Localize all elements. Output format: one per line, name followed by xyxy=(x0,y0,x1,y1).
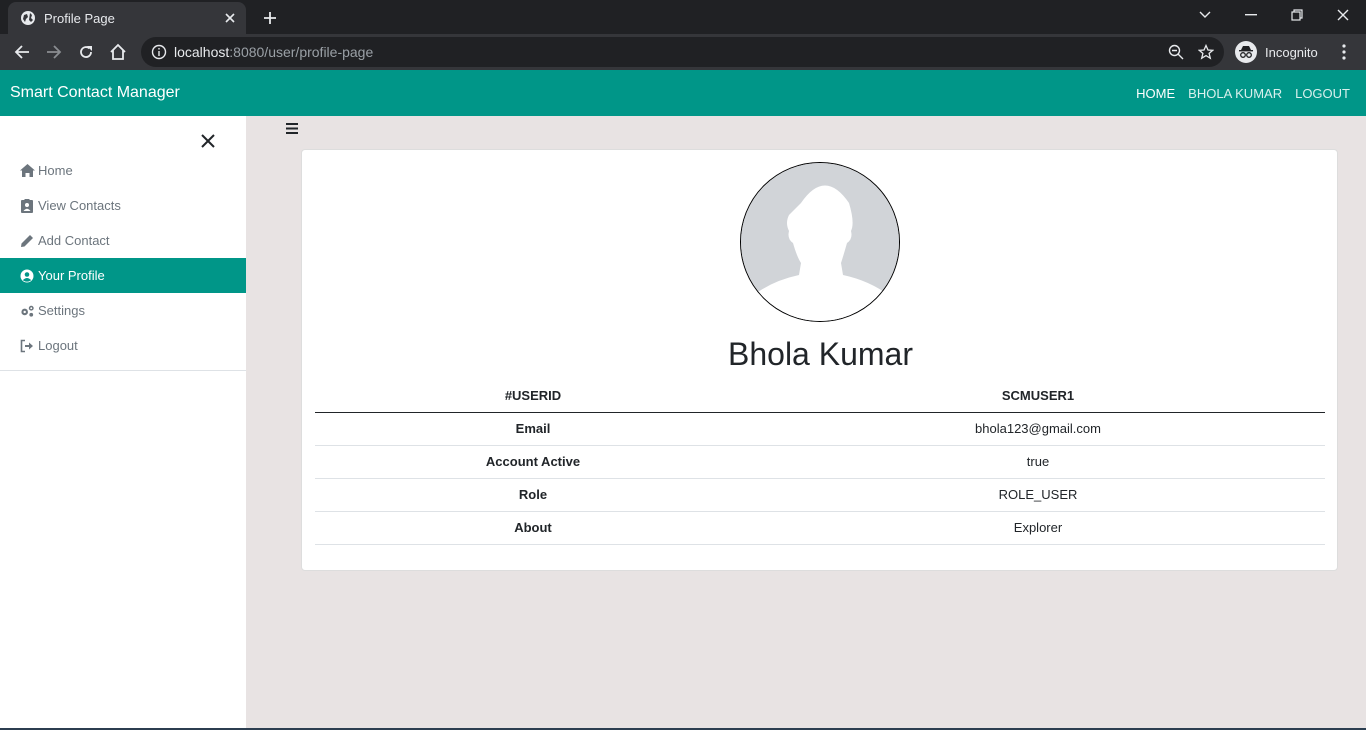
home-icon xyxy=(20,164,35,178)
sign-out-icon xyxy=(20,339,35,353)
hamburger-menu-icon[interactable] xyxy=(286,121,298,139)
close-tab-icon[interactable] xyxy=(222,10,238,26)
minimize-button[interactable] xyxy=(1228,0,1274,30)
table-header-row: #USERID SCMUSER1 xyxy=(315,380,1325,413)
sidebar-item-logout[interactable]: Logout xyxy=(0,328,246,363)
browser-tab[interactable]: Profile Page xyxy=(8,2,246,34)
nav-home-link[interactable]: HOME xyxy=(1136,86,1175,101)
back-button[interactable] xyxy=(10,40,34,64)
main-content: Bhola Kumar #USERID SCMUSER1 Email bhola… xyxy=(246,116,1366,728)
tab-search-icon[interactable] xyxy=(1182,0,1228,30)
email-label: Email xyxy=(315,412,751,446)
sidebar-close-icon[interactable] xyxy=(199,132,217,150)
nav-user-link[interactable]: BHOLA KUMAR xyxy=(1188,86,1282,101)
contacts-icon xyxy=(20,198,35,213)
user-id-label: #USERID xyxy=(315,380,751,413)
sidebar-item-label: View Contacts xyxy=(38,198,121,213)
about-label: About xyxy=(315,511,751,545)
account-active-label: Account Active xyxy=(315,445,751,479)
incognito-label: Incognito xyxy=(1265,44,1318,60)
role-label: Role xyxy=(315,478,751,512)
user-circle-icon xyxy=(20,269,35,283)
avatar xyxy=(740,162,900,322)
zoom-icon[interactable] xyxy=(1168,44,1184,60)
sidebar-item-label: Settings xyxy=(38,303,85,318)
address-bar[interactable]: localhost:8080/user/profile-page xyxy=(141,37,1224,67)
email-value: bhola123@gmail.com xyxy=(751,412,1325,446)
browser-tabstrip: Profile Page xyxy=(0,0,1366,34)
restore-button[interactable] xyxy=(1274,0,1320,30)
sidebar: Home View Contacts Add Contact Your Prof… xyxy=(0,116,246,728)
nav-logout-link[interactable]: LOGOUT xyxy=(1295,86,1350,101)
forward-button[interactable] xyxy=(42,40,66,64)
about-value: Explorer xyxy=(751,511,1325,545)
table-row: Email bhola123@gmail.com xyxy=(315,412,1325,446)
browser-toolbar: localhost:8080/user/profile-page Incogni… xyxy=(0,34,1366,70)
sidebar-item-label: Home xyxy=(38,163,73,178)
sidebar-item-home[interactable]: Home xyxy=(0,153,246,188)
profile-name: Bhola Kumar xyxy=(728,336,913,372)
sidebar-item-add-contact[interactable]: Add Contact xyxy=(0,223,246,258)
incognito-icon xyxy=(1235,41,1257,63)
account-active-value: true xyxy=(751,445,1325,479)
site-info-icon[interactable] xyxy=(151,44,167,60)
bookmark-star-icon[interactable] xyxy=(1197,43,1215,60)
home-button[interactable] xyxy=(106,40,130,64)
close-window-button[interactable] xyxy=(1320,0,1366,30)
globe-icon xyxy=(20,10,36,26)
sidebar-item-label: Logout xyxy=(38,338,78,353)
new-tab-button[interactable] xyxy=(258,6,282,30)
app-brand[interactable]: Smart Contact Manager xyxy=(10,84,180,102)
sidebar-menu: Home View Contacts Add Contact Your Prof… xyxy=(0,153,246,371)
table-row: Role ROLE_USER xyxy=(315,478,1325,512)
top-nav: HOME BHOLA KUMAR LOGOUT xyxy=(1136,86,1350,101)
role-value: ROLE_USER xyxy=(751,478,1325,512)
tab-title: Profile Page xyxy=(44,10,115,26)
sidebar-item-view-contacts[interactable]: View Contacts xyxy=(0,188,246,223)
profile-table: #USERID SCMUSER1 Email bhola123@gmail.co… xyxy=(315,380,1325,545)
sidebar-item-label: Your Profile xyxy=(38,268,105,283)
user-id-value: SCMUSER1 xyxy=(751,380,1325,413)
browser-menu-icon[interactable] xyxy=(1336,40,1352,64)
incognito-indicator[interactable]: Incognito xyxy=(1233,38,1323,66)
url-text: localhost:8080/user/profile-page xyxy=(174,44,374,60)
app-navbar: Smart Contact Manager HOME BHOLA KUMAR L… xyxy=(0,70,1366,116)
profile-card: Bhola Kumar #USERID SCMUSER1 Email bhola… xyxy=(301,149,1338,571)
sidebar-item-your-profile[interactable]: Your Profile xyxy=(0,258,246,293)
sidebar-item-settings[interactable]: Settings xyxy=(0,293,246,328)
table-row: About Explorer xyxy=(315,511,1325,545)
table-row: Account Active true xyxy=(315,445,1325,479)
pencil-icon xyxy=(20,234,35,248)
reload-button[interactable] xyxy=(74,40,98,64)
gears-icon xyxy=(20,304,35,318)
sidebar-item-label: Add Contact xyxy=(38,233,110,248)
